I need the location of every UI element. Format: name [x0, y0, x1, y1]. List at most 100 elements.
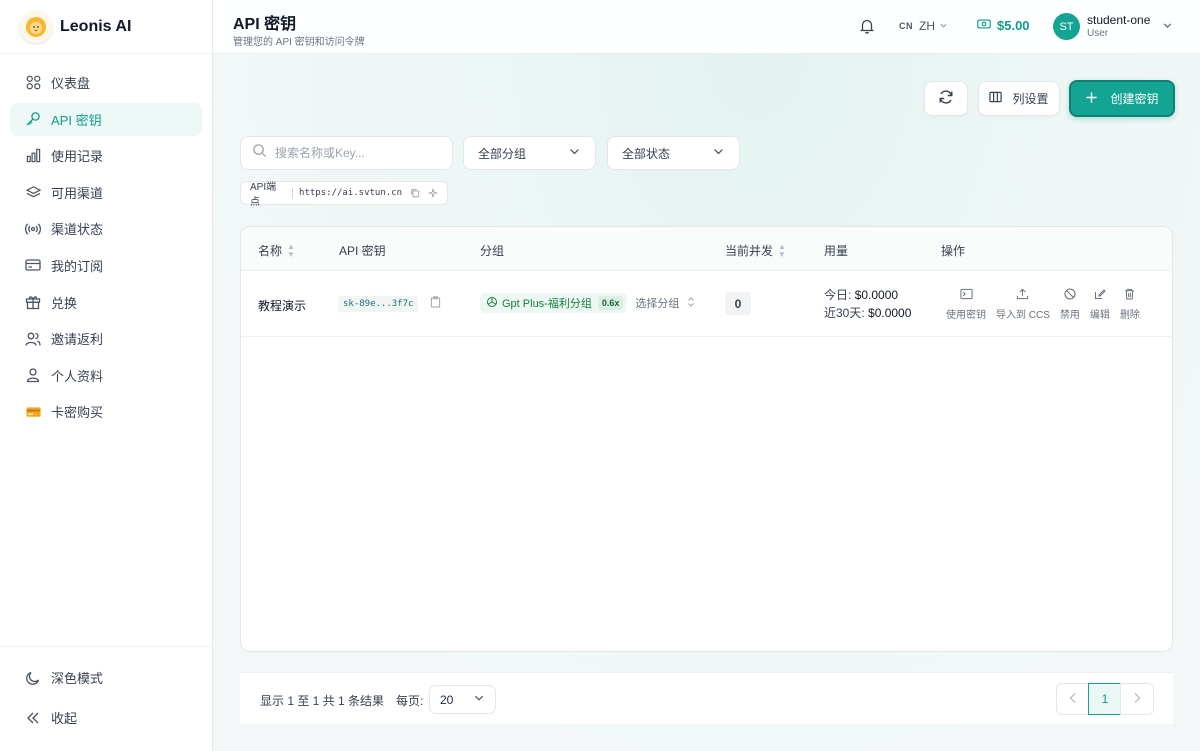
- bar-chart-icon: [25, 148, 41, 164]
- chevron-updown-icon: [687, 296, 695, 310]
- lion-logo-icon: [20, 10, 52, 43]
- collapse-sidebar-button[interactable]: 收起: [10, 701, 202, 734]
- sidebar-item-channels[interactable]: 可用渠道: [10, 176, 202, 209]
- status-filter-select[interactable]: 全部状态: [607, 136, 740, 170]
- masked-key: sk-89e...3f7c: [338, 296, 419, 312]
- usage-today-label: 今日:: [824, 288, 852, 302]
- copy-icon[interactable]: [410, 188, 420, 198]
- concurrency-badge: 0: [725, 292, 751, 315]
- sidebar-item-usage[interactable]: 使用记录: [10, 139, 202, 172]
- sidebar-item-dashboard[interactable]: 仪表盘: [10, 66, 202, 99]
- create-key-button[interactable]: 创建密钥: [1069, 80, 1175, 117]
- notification-bell-icon[interactable]: [859, 18, 875, 34]
- column-header-actions: 操作: [941, 242, 965, 259]
- sidebar-item-api-keys[interactable]: API 密钥: [10, 102, 202, 136]
- gift-icon: [25, 294, 41, 310]
- column-settings-label: 列设置: [1012, 92, 1049, 106]
- sparkle-icon[interactable]: [428, 188, 438, 198]
- search-input[interactable]: [275, 146, 445, 160]
- delete-button[interactable]: 删除: [1120, 288, 1140, 321]
- sidebar-item-label: 可用渠道: [51, 185, 104, 201]
- column-header-key: API 密钥: [339, 242, 386, 259]
- sidebar-item-label: 兑换: [51, 295, 78, 311]
- per-page-select[interactable]: 20: [429, 685, 496, 714]
- users-icon: [25, 331, 41, 347]
- rate-multiplier: 0.6x: [597, 296, 624, 310]
- user-menu[interactable]: ST student-one User: [1053, 13, 1173, 40]
- sidebar-nav: 仪表盘 API 密钥 使用记录 可用渠道 渠道状态 我的订阅 兑换 邀请返利 个…: [0, 66, 212, 428]
- balance-display[interactable]: $5.00: [977, 18, 1030, 33]
- sidebar-item-channel-status[interactable]: 渠道状态: [10, 212, 202, 245]
- divider: [292, 187, 294, 199]
- collapse-icon: [25, 710, 41, 726]
- group-filter-select[interactable]: 全部分组: [463, 136, 596, 170]
- clipboard-icon[interactable]: [430, 295, 441, 313]
- sidebar-item-label: 个人资料: [51, 368, 104, 384]
- sidebar-item-label: 渠道状态: [51, 222, 104, 238]
- group-name: Gpt Plus-福利分组: [502, 298, 592, 310]
- sidebar-bottom: 深色模式 收起: [0, 646, 212, 751]
- refresh-icon: [938, 89, 954, 108]
- sort-icon: ▲ ▼: [287, 241, 295, 259]
- page-number-button[interactable]: 1: [1088, 683, 1122, 715]
- sidebar-item-card-purchase[interactable]: 卡密购买: [10, 395, 202, 428]
- ban-icon: [1064, 288, 1076, 303]
- column-header-name[interactable]: 名称 ▲ ▼: [258, 242, 295, 259]
- sidebar-item-profile[interactable]: 个人资料: [10, 359, 202, 392]
- upload-icon: [1016, 288, 1029, 303]
- sidebar-item-label: 深色模式: [51, 671, 104, 686]
- trash-icon: [1124, 288, 1135, 303]
- user-icon: [25, 367, 41, 383]
- sort-icon: ▲ ▼: [778, 241, 786, 259]
- import-ccs-button[interactable]: 导入到 CCS: [996, 288, 1050, 321]
- columns-icon: [989, 91, 1003, 106]
- create-key-label: 创建密钥: [1110, 92, 1159, 106]
- select-group-label: 选择分组: [635, 298, 680, 310]
- column-header-concurrency[interactable]: 当前并发 ▲ ▼: [725, 242, 786, 259]
- page-title: API 密钥: [233, 16, 297, 33]
- sidebar-item-label: 仪表盘: [51, 76, 91, 91]
- sidebar-item-subscription[interactable]: 我的订阅: [10, 249, 202, 282]
- sidebar-item-redeem[interactable]: 兑换: [10, 286, 202, 319]
- ticket-icon: [25, 404, 41, 420]
- edit-label: 编辑: [1089, 310, 1110, 321]
- plus-icon: [1085, 91, 1098, 107]
- refresh-button[interactable]: [924, 81, 968, 116]
- dark-mode-toggle[interactable]: 深色模式: [10, 661, 202, 694]
- column-header-label: API 密钥: [339, 244, 386, 258]
- endpoint-label: API端点: [250, 182, 277, 208]
- search-box[interactable]: [240, 136, 453, 170]
- table-header: 名称 ▲ ▼ API 密钥 分组 当前并发 ▲ ▼ 用量 操作: [241, 227, 1172, 271]
- column-header-label: 操作: [941, 244, 966, 258]
- key-cell: sk-89e...3f7c: [338, 295, 441, 313]
- moon-icon: [25, 670, 41, 686]
- import-ccs-label: 导入到 CCS: [996, 310, 1050, 321]
- select-group-dropdown[interactable]: 选择分组: [635, 295, 695, 311]
- use-key-button[interactable]: 使用密钥: [946, 288, 986, 321]
- disable-label: 禁用: [1059, 310, 1080, 321]
- edit-button[interactable]: 编辑: [1090, 288, 1110, 321]
- usage-month-value: $0.0000: [868, 306, 912, 320]
- delete-label: 删除: [1119, 310, 1140, 321]
- language-code: CN: [899, 21, 913, 31]
- next-page-button[interactable]: [1120, 683, 1154, 715]
- group-filter-value: 全部分组: [478, 146, 527, 161]
- column-settings-button[interactable]: 列设置: [978, 81, 1060, 116]
- disable-button[interactable]: 禁用: [1060, 288, 1080, 321]
- language-label: ZH: [919, 19, 935, 33]
- user-role: User: [1087, 27, 1109, 39]
- table-row: 教程演示 sk-89e...3f7c Gpt Plus-福利分组 0.6x 选择…: [241, 271, 1172, 337]
- language-switcher[interactable]: CN ZH: [899, 19, 948, 33]
- previous-page-button[interactable]: [1056, 683, 1090, 715]
- edit-icon: [1094, 288, 1106, 303]
- row-actions: 使用密钥 导入到 CCS 禁用 编辑 删除: [946, 288, 1140, 321]
- chevron-down-icon: [939, 19, 948, 33]
- search-icon: [252, 143, 267, 163]
- column-header-usage: 用量: [824, 242, 848, 259]
- sidebar-item-referral[interactable]: 邀请返利: [10, 322, 202, 355]
- brand-name: Leonis AI: [60, 17, 132, 35]
- key-name: 教程演示: [258, 299, 307, 313]
- group-cell: Gpt Plus-福利分组 0.6x 选择分组: [480, 293, 695, 313]
- chevron-left-icon: [1068, 692, 1078, 707]
- user-info: student-one User: [1087, 14, 1150, 39]
